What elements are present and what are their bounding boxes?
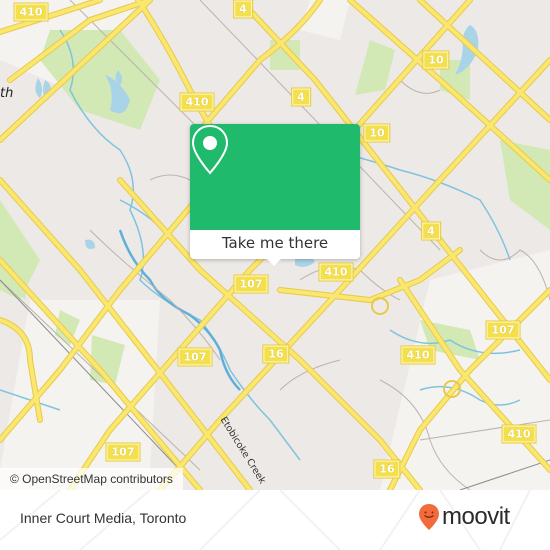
route-shield-10: 10 [363,123,391,143]
route-shield-107: 107 [105,442,141,462]
route-shield-410: 410 [179,92,215,112]
popup-pointer [266,258,282,266]
location-popup: Take me there [190,124,360,266]
take-me-there-button[interactable]: Take me there [190,230,360,259]
route-shield-4: 4 [421,221,441,241]
route-shield-10: 10 [422,50,450,70]
location-title: Inner Court Media, Toronto [20,510,187,526]
place-label: th [0,86,14,101]
route-shield-410: 410 [318,262,354,282]
map-pin-icon [191,124,229,175]
moovit-logo[interactable]: moovit [418,503,510,531]
brand-name: moovit [442,503,510,530]
route-shield-16: 16 [373,459,401,479]
map-view[interactable]: th Etobicoke Creek 410 4 410 4 10 10 4 4… [0,0,550,490]
footer: Inner Court Media, Toronto moovit [0,490,550,550]
route-shield-107: 107 [233,274,269,294]
map-attribution[interactable]: © OpenStreetMap contributors [0,468,183,490]
route-shield-4: 4 [291,87,311,107]
route-shield-107: 107 [177,347,213,367]
route-shield-107: 107 [485,320,521,340]
route-shield-4: 4 [233,0,253,19]
popup-header [190,124,360,230]
route-shield-410: 410 [400,345,436,365]
route-shield-410: 410 [13,2,49,22]
route-shield-16: 16 [262,344,290,364]
moovit-pin-icon [419,504,439,530]
route-shield-410: 410 [501,424,537,444]
